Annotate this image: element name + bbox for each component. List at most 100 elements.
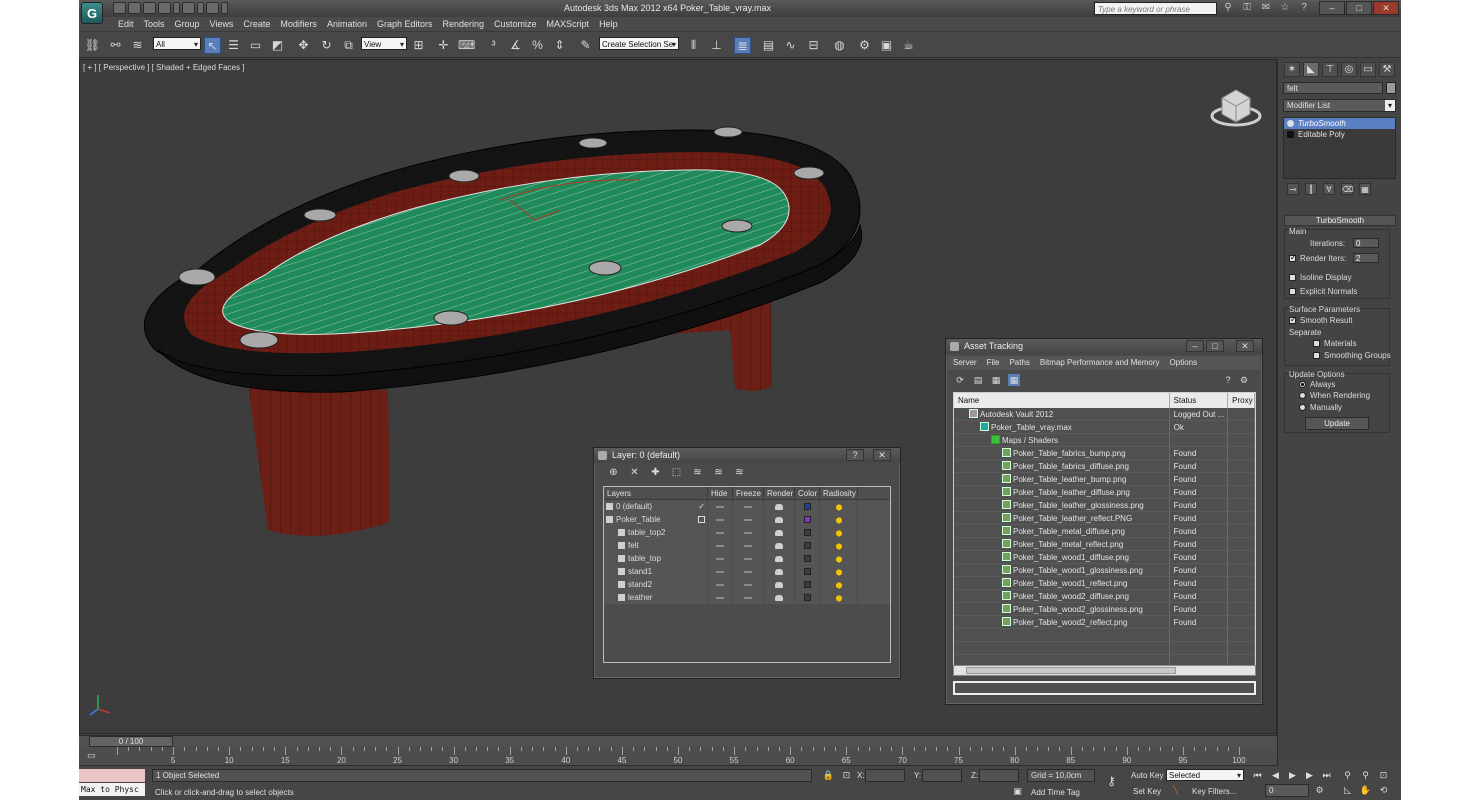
menu-maxscript[interactable]: MAXScript — [542, 17, 595, 31]
schematic-view-icon[interactable]: ⊟ — [805, 37, 822, 54]
bind-space-warp-icon[interactable]: ≋ — [129, 37, 146, 54]
motion-tab-icon[interactable]: ◎ — [1341, 62, 1357, 77]
zoom-icon[interactable]: ⚲ — [1341, 769, 1354, 782]
menu-group[interactable]: Group — [170, 17, 205, 31]
set-key-mode-icon[interactable]: ⚷ — [1105, 775, 1118, 788]
qat-dropdown-icon[interactable] — [221, 2, 228, 14]
unlink-icon[interactable]: ⚯ — [107, 37, 124, 54]
refresh-icon[interactable]: ⟳ — [954, 374, 966, 386]
open-icon[interactable] — [128, 2, 141, 14]
zoom-all-icon[interactable]: ⚲ — [1359, 769, 1372, 782]
layer-row[interactable]: felt — [604, 539, 890, 552]
hide-all-layers-icon[interactable]: ≋ — [711, 466, 726, 480]
hide-toggle[interactable] — [716, 532, 724, 534]
reference-coordinate-dropdown[interactable]: View — [361, 37, 407, 51]
curve-editor-icon[interactable]: ∿ — [782, 37, 799, 54]
menu-views[interactable]: Views — [205, 17, 239, 31]
asset-row[interactable]: Poker_Table_leather_reflect.PNG Found — [954, 512, 1255, 525]
update-button[interactable]: Update — [1305, 417, 1369, 430]
lock-selection-icon[interactable]: 🔒 — [822, 769, 835, 782]
asset-row[interactable]: Poker_Table_wood2_glossiness.png Found — [954, 603, 1255, 616]
layer-color-swatch[interactable] — [803, 542, 811, 549]
close-button[interactable]: ✕ — [1373, 1, 1399, 15]
keyboard-shortcut-override-icon[interactable]: ⌨ — [458, 37, 475, 54]
menu-edit[interactable]: Edit — [113, 17, 139, 31]
material-editor-icon[interactable]: ◍ — [831, 37, 848, 54]
menu-rendering[interactable]: Rendering — [438, 17, 490, 31]
menu-customize[interactable]: Customize — [489, 17, 542, 31]
col-proxy[interactable]: Proxy — [1228, 393, 1255, 408]
zoom-extents-icon[interactable]: ⊡ — [1377, 769, 1390, 782]
show-end-result-icon[interactable]: ┃ — [1305, 183, 1317, 195]
hide-toggle[interactable] — [716, 584, 724, 586]
redo-icon[interactable] — [182, 2, 195, 14]
create-tab-icon[interactable]: ✶ — [1284, 62, 1300, 77]
asset-close-button[interactable]: ✕ — [1236, 340, 1254, 352]
col-layers[interactable]: Layers — [604, 487, 708, 499]
previous-frame-icon[interactable]: ◀ — [1269, 769, 1282, 782]
explicit-normals-checkbox[interactable] — [1289, 288, 1296, 295]
layer-row[interactable]: stand1 — [604, 565, 890, 578]
asset-menu-file[interactable]: File — [982, 356, 1005, 370]
rendered-frame-window-icon[interactable]: ▣ — [878, 37, 895, 54]
layer-color-swatch[interactable] — [803, 581, 811, 588]
select-and-move-icon[interactable]: ✥ — [295, 37, 312, 54]
always-radio[interactable] — [1299, 381, 1306, 388]
asset-maximize-button[interactable]: □ — [1206, 340, 1224, 352]
select-object-icon[interactable]: ↖ — [204, 37, 221, 54]
mini-curve-editor-icon[interactable]: ▭ — [87, 750, 100, 761]
col-render[interactable]: Render — [764, 487, 795, 499]
col-name[interactable]: Name — [954, 393, 1170, 408]
table-view-icon[interactable]: ▦ — [1008, 374, 1020, 386]
add-time-tag[interactable]: Add Time Tag — [1031, 786, 1080, 799]
layer-row[interactable]: Poker_Table — [604, 513, 890, 526]
edit-named-selection-icon[interactable]: ✎ — [577, 37, 594, 54]
radiosity-icon[interactable] — [833, 580, 844, 589]
infocenter-search-input[interactable]: Type a keyword or phrase — [1094, 2, 1217, 15]
asset-row[interactable]: Poker_Table_wood1_reflect.png Found — [954, 577, 1255, 590]
asset-tracking-titlebar[interactable]: Asset Tracking – □ ✕ — [946, 339, 1262, 354]
modify-tab-icon[interactable]: ◣ — [1303, 62, 1319, 77]
x-coordinate-field[interactable] — [865, 769, 905, 782]
iterations-spinner[interactable]: 0 — [1353, 238, 1379, 248]
asset-row[interactable]: Poker_Table_wood1_diffuse.png Found — [954, 551, 1255, 564]
col-hide[interactable]: Hide — [708, 487, 733, 499]
layer-explorer-titlebar[interactable]: Layer: 0 (default) ? ✕ — [594, 448, 900, 463]
menu-help[interactable]: Help — [594, 17, 623, 31]
asset-menu-bitmap[interactable]: Bitmap Performance and Memory — [1035, 356, 1165, 370]
set-current-layer-icon[interactable] — [698, 516, 705, 523]
radiosity-icon[interactable] — [833, 515, 844, 524]
render-teapot-icon[interactable] — [775, 569, 783, 575]
hide-toggle[interactable] — [716, 506, 724, 508]
time-tag-icon[interactable]: ▣ — [1011, 785, 1024, 798]
stack-item-editable-poly[interactable]: Editable Poly — [1284, 129, 1395, 140]
render-setup-icon[interactable]: ⚙ — [856, 37, 873, 54]
go-to-start-icon[interactable]: ⏮ — [1251, 769, 1264, 782]
remove-modifier-icon[interactable]: ⌫ — [1341, 183, 1353, 195]
radiosity-icon[interactable] — [833, 502, 844, 511]
display-tab-icon[interactable]: ▭ — [1360, 62, 1376, 77]
menu-graph-editors[interactable]: Graph Editors — [372, 17, 438, 31]
layer-row[interactable]: stand2 — [604, 578, 890, 591]
freeze-toggle[interactable] — [744, 597, 752, 599]
freeze-toggle[interactable] — [744, 571, 752, 573]
window-crossing-icon[interactable]: ◩ — [269, 37, 286, 54]
next-frame-icon[interactable]: ▶ — [1303, 769, 1316, 782]
asset-menu-options[interactable]: Options — [1165, 356, 1203, 370]
scroll-thumb[interactable] — [966, 667, 1176, 674]
spinner-snap-icon[interactable]: ⇕ — [551, 37, 568, 54]
object-name-field[interactable]: felt — [1283, 82, 1383, 94]
select-by-name-icon[interactable]: ☰ — [225, 37, 242, 54]
asset-row[interactable]: Autodesk Vault 2012 Logged Out ... — [954, 408, 1255, 421]
asset-minimize-button[interactable]: – — [1186, 340, 1204, 352]
layer-color-swatch[interactable] — [803, 594, 811, 601]
isoline-display-checkbox[interactable] — [1289, 274, 1296, 281]
orbit-icon[interactable]: ⟲ — [1377, 784, 1390, 797]
modifier-list-dropdown[interactable]: Modifier List — [1283, 99, 1396, 112]
manually-radio[interactable] — [1299, 404, 1306, 411]
asset-row[interactable]: Poker_Table_metal_reflect.png Found — [954, 538, 1255, 551]
asset-row[interactable]: Poker_Table_wood1_glossiness.png Found — [954, 564, 1255, 577]
pin-stack-icon[interactable]: ⊸ — [1287, 183, 1299, 195]
menu-modifiers[interactable]: Modifiers — [275, 17, 322, 31]
z-coordinate-field[interactable] — [979, 769, 1019, 782]
